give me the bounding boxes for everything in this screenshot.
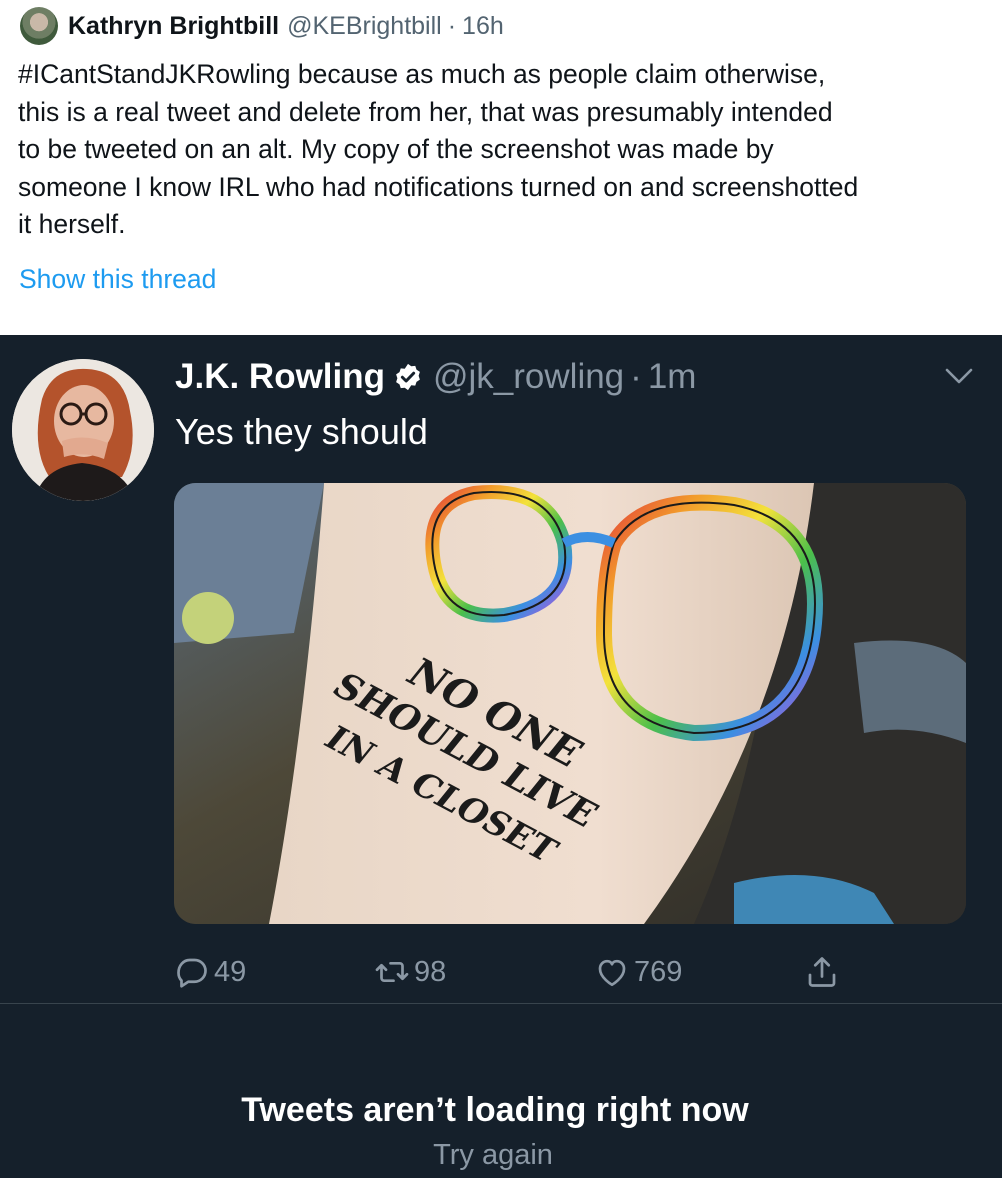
chevron-down-icon[interactable] <box>944 365 974 387</box>
verified-badge-icon <box>396 363 420 391</box>
tweet-text-line: someone I know IRL who had notifications… <box>18 171 859 202</box>
tweet-photo[interactable]: NO ONE SHOULD LIVE IN A CLOSET <box>174 483 966 924</box>
like-button[interactable]: 769 <box>594 947 682 997</box>
separator-dot: · <box>447 11 457 40</box>
embedded-tweet-screenshot: J.K. Rowling @jk_rowling · 1m Yes they s… <box>0 335 1002 1178</box>
tweet-text-line: #ICantStandJKRowling because as much as … <box>18 59 826 89</box>
try-again-button[interactable]: Try again <box>0 1139 986 1172</box>
reply-count: 49 <box>214 955 247 988</box>
tweet-text-line: this is a real tweet and delete from her… <box>18 96 833 127</box>
embedded-author-handle[interactable]: @jk_rowling <box>433 357 624 397</box>
retweet-count: 98 <box>414 955 447 988</box>
embedded-tweet-text: Yes they should <box>175 411 428 452</box>
error-message: Tweets aren’t loading right now <box>241 1091 749 1129</box>
tweet-text-line: it herself. <box>18 209 126 239</box>
author-handle[interactable]: @KEBrightbill <box>287 12 442 41</box>
share-icon <box>808 957 836 987</box>
retweet-icon <box>375 961 409 983</box>
reply-button[interactable]: 49 <box>174 947 246 997</box>
portrait-image <box>12 359 154 501</box>
avatar[interactable] <box>20 7 58 45</box>
embedded-tweet-timestamp[interactable]: 1m <box>648 357 697 397</box>
tattoo-photo-image: NO ONE SHOULD LIVE IN A CLOSET <box>174 483 966 924</box>
divider <box>0 1003 1002 1004</box>
tweet-text-line: to be tweeted on an alt. My copy of the … <box>18 134 774 164</box>
embedded-author-name[interactable]: J.K. Rowling <box>175 357 385 397</box>
tweet-text: #ICantStandJKRowling because as much as … <box>18 56 988 244</box>
show-thread-link[interactable]: Show this thread <box>19 264 216 295</box>
separator-dot: · <box>630 357 642 396</box>
like-icon <box>598 959 626 987</box>
outer-tweet: Kathryn Brightbill @KEBrightbill · 16h #… <box>0 0 1002 335</box>
tweet-timestamp[interactable]: 16h <box>462 12 504 41</box>
like-count: 769 <box>634 955 683 988</box>
tweet-action-bar: 49 98 769 <box>174 947 874 997</box>
share-button[interactable] <box>804 947 840 997</box>
embedded-tweet-header: J.K. Rowling @jk_rowling · 1m <box>175 355 696 399</box>
embedded-avatar[interactable] <box>12 359 154 501</box>
retweet-button[interactable]: 98 <box>374 947 446 997</box>
reply-icon <box>177 958 207 988</box>
author-name[interactable]: Kathryn Brightbill <box>68 12 279 41</box>
outer-tweet-header: Kathryn Brightbill @KEBrightbill · 16h <box>20 6 504 46</box>
